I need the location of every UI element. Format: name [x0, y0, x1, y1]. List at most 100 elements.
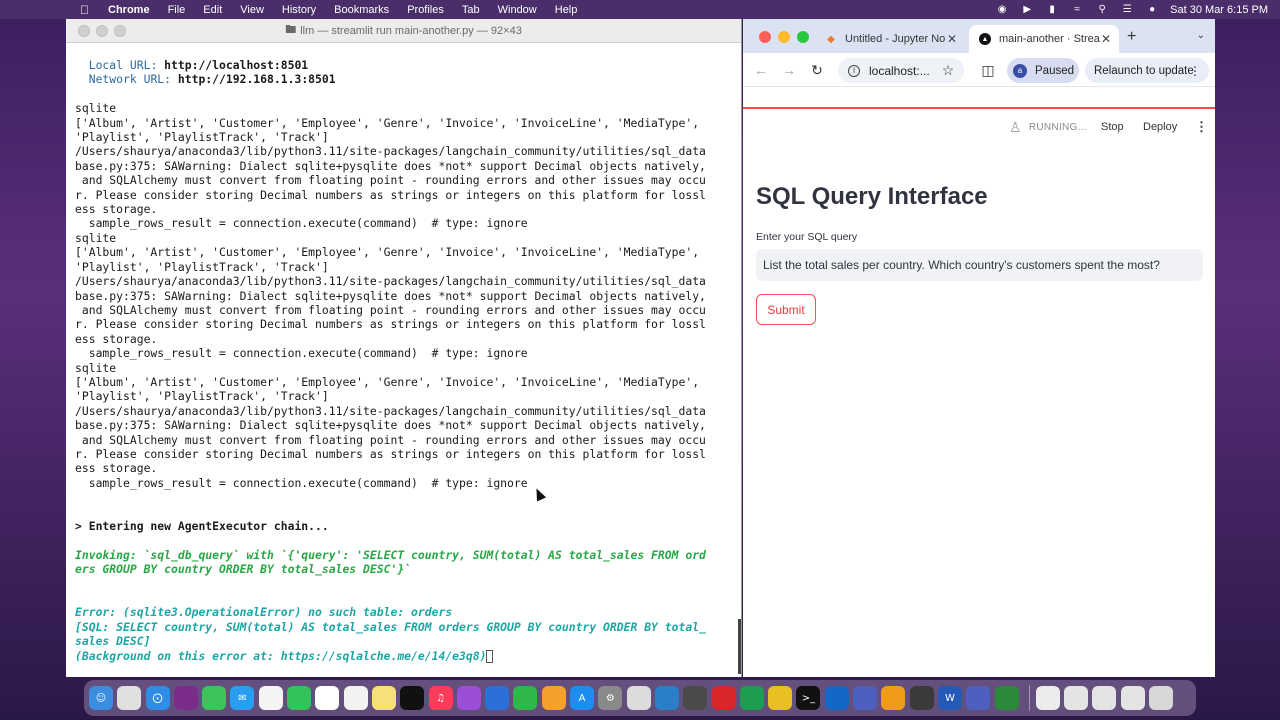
dock-separator: [1028, 685, 1030, 711]
preview-icon[interactable]: [626, 686, 651, 710]
zoom-button[interactable]: [797, 31, 809, 43]
system-settings-icon[interactable]: ⚙: [598, 686, 623, 710]
quicktime-icon[interactable]: [654, 686, 679, 710]
app-icon[interactable]: [994, 686, 1019, 710]
more-menu-icon[interactable]: ⋮: [1189, 64, 1201, 78]
menu-tab[interactable]: Tab: [462, 4, 480, 16]
window-thumbnail-icon[interactable]: [1064, 686, 1089, 710]
tab-streamlit[interactable]: ▲ main-another · Strea ✕: [969, 25, 1119, 53]
menu-help[interactable]: Help: [555, 4, 578, 16]
tab-close-icon[interactable]: ✕: [947, 32, 957, 46]
acrobat-icon[interactable]: [711, 686, 736, 710]
tab-jupyter[interactable]: ◆ Untitled - Jupyter No ✕: [815, 25, 965, 53]
window-thumbnail-icon[interactable]: [1120, 686, 1145, 710]
control-center-icon[interactable]: ☰: [1120, 4, 1134, 16]
address-text: localhost:...: [869, 63, 930, 78]
menu-bookmarks[interactable]: Bookmarks: [334, 4, 389, 16]
music-icon[interactable]: ♫: [428, 686, 453, 710]
wifi-icon[interactable]: ≈: [1070, 4, 1084, 16]
deploy-button[interactable]: Deploy: [1143, 121, 1177, 133]
reminders-icon[interactable]: [343, 686, 368, 710]
search-icon[interactable]: ⚲: [1095, 4, 1109, 16]
teams-icon[interactable]: [853, 686, 878, 710]
folder-icon: 🖿: [285, 24, 297, 36]
outlook-icon[interactable]: [824, 686, 849, 710]
close-button[interactable]: [78, 25, 90, 37]
terminal-window: 🖿 llm — streamlit run main-another.py — …: [66, 19, 742, 677]
notes-icon[interactable]: [371, 686, 396, 710]
chevron-down-icon[interactable]: ⌄: [1197, 30, 1205, 41]
submit-button[interactable]: Submit: [756, 294, 816, 325]
terminal-icon[interactable]: >_: [796, 686, 821, 710]
tv-icon[interactable]: [400, 686, 425, 710]
tab-strip: ◆ Untitled - Jupyter No ✕ ▲ main-another…: [743, 19, 1215, 53]
running-status: ♙ RUNNING...: [1009, 119, 1087, 136]
stop-button[interactable]: Stop: [1101, 121, 1124, 133]
trash-icon[interactable]: [1148, 686, 1173, 710]
battery-icon[interactable]: ▮: [1045, 4, 1059, 16]
bookmark-star-icon[interactable]: ☆: [938, 60, 958, 80]
relaunch-button[interactable]: Relaunch to update ⋮: [1085, 58, 1209, 83]
app-icon[interactable]: [173, 686, 198, 710]
sublime-icon[interactable]: [881, 686, 906, 710]
word-icon[interactable]: W: [937, 686, 962, 710]
close-button[interactable]: [759, 31, 771, 43]
pycharm-icon[interactable]: [739, 686, 764, 710]
terminal-scrollbar[interactable]: [738, 619, 741, 674]
record-icon[interactable]: ◉: [995, 4, 1009, 16]
log-block-3: sqlite ['Album', 'Artist', 'Customer', '…: [75, 360, 706, 490]
app-icon[interactable]: [966, 686, 991, 710]
menu-history[interactable]: History: [282, 4, 316, 16]
mail-icon[interactable]: ✉: [230, 686, 255, 710]
menu-app-chrome[interactable]: Chrome: [108, 4, 150, 16]
reload-icon[interactable]: ↻: [807, 60, 827, 80]
menu-profiles[interactable]: Profiles: [407, 4, 444, 16]
local-url-label: Local URL:: [88, 58, 158, 72]
query-input[interactable]: List the total sales per country. Which …: [756, 249, 1203, 281]
terminal-title: llm — streamlit run main-another.py — 92…: [300, 24, 522, 37]
main-menu-icon[interactable]: ⋮: [1195, 119, 1208, 135]
forward-arrow-icon[interactable]: →: [779, 60, 799, 80]
new-tab-icon[interactable]: +: [1127, 28, 1136, 46]
photos-icon[interactable]: [258, 686, 283, 710]
facetime-icon[interactable]: [287, 686, 312, 710]
zoom-button[interactable]: [114, 25, 126, 37]
podcasts-icon[interactable]: [456, 686, 481, 710]
pages-icon[interactable]: [541, 686, 566, 710]
app-icon[interactable]: [683, 686, 708, 710]
terminal-output[interactable]: Local URL: http://localhost:8501 Network…: [66, 43, 741, 675]
siri-icon[interactable]: ●: [1145, 4, 1159, 16]
query-input-value: List the total sales per country. Which …: [763, 258, 1160, 272]
mac-menubar:  Chrome File Edit View History Bookmark…: [0, 0, 1280, 19]
profile-paused-button[interactable]: a Paused: [1007, 58, 1079, 83]
garageband-icon[interactable]: [909, 686, 934, 710]
back-arrow-icon[interactable]: ←: [751, 60, 771, 80]
launchpad-icon[interactable]: [117, 686, 142, 710]
numbers-icon[interactable]: [513, 686, 538, 710]
menu-edit[interactable]: Edit: [203, 4, 222, 16]
messages-icon[interactable]: [202, 686, 227, 710]
chrome-icon[interactable]: [768, 686, 793, 710]
safari-icon[interactable]: ⨀: [145, 686, 170, 710]
minimize-button[interactable]: [778, 31, 790, 43]
menu-window[interactable]: Window: [498, 4, 537, 16]
browser-toolbar: ← → ↻ i localhost:... ☆ ◫ a Paused Relau…: [743, 53, 1215, 87]
apple-icon[interactable]: : [80, 3, 96, 17]
finder-icon[interactable]: ☺: [89, 686, 113, 710]
app-store-icon[interactable]: A: [570, 686, 595, 710]
paused-label: Paused: [1035, 64, 1075, 77]
side-panel-icon[interactable]: ◫: [978, 60, 998, 80]
keynote-icon[interactable]: [485, 686, 510, 710]
document-icon[interactable]: [1035, 686, 1060, 710]
window-thumbnail-icon[interactable]: [1092, 686, 1117, 710]
site-info-icon[interactable]: i: [848, 64, 860, 77]
menu-view[interactable]: View: [240, 4, 264, 16]
menu-file[interactable]: File: [168, 4, 186, 16]
terminal-titlebar[interactable]: 🖿 llm — streamlit run main-another.py — …: [66, 19, 741, 43]
running-man-icon: ♙: [1009, 118, 1022, 135]
play-icon[interactable]: ▶: [1020, 4, 1034, 16]
calendar-icon[interactable]: [315, 686, 340, 710]
tab-close-icon[interactable]: ✕: [1101, 32, 1111, 46]
menubar-clock[interactable]: Sat 30 Mar 6:15 PM: [1170, 4, 1268, 16]
minimize-button[interactable]: [96, 25, 108, 37]
